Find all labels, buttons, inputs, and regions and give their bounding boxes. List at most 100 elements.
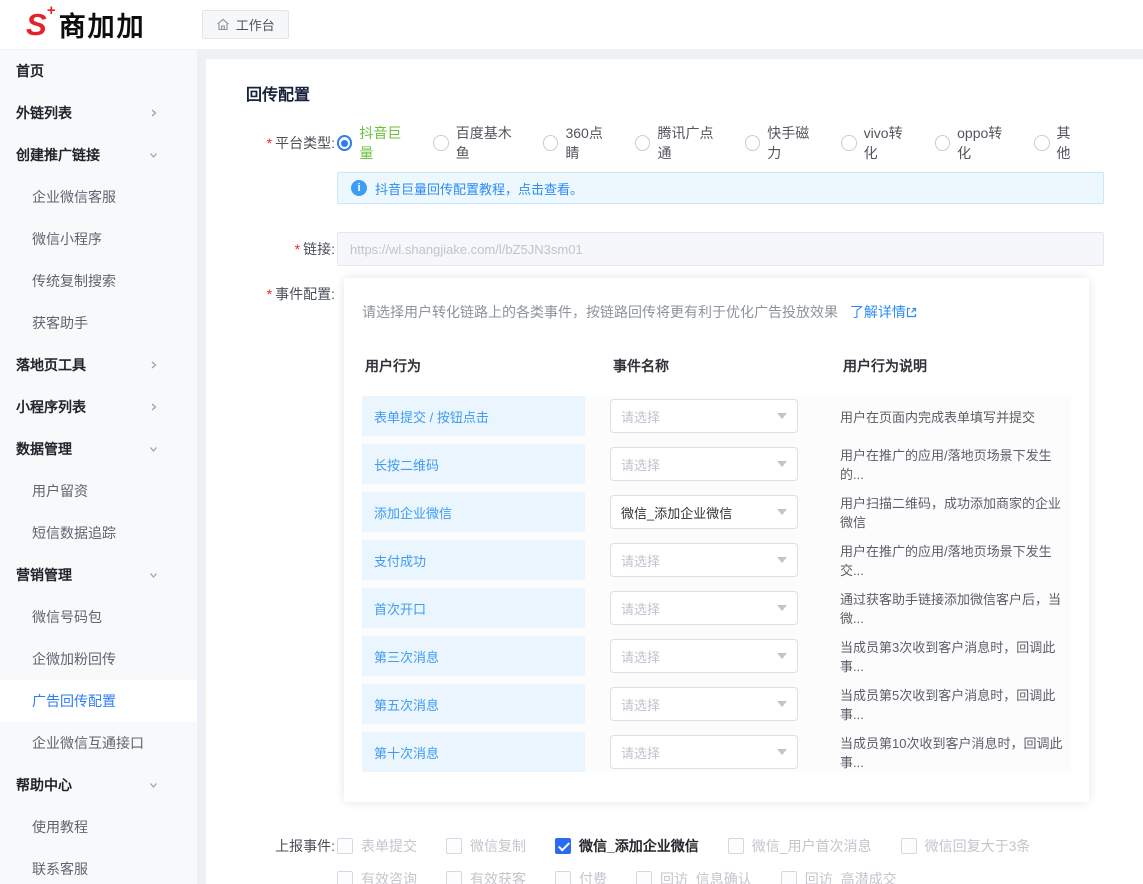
radio-label: 抖音巨量: [359, 123, 412, 163]
checkbox-valid-acquisition[interactable]: 有效获客: [446, 869, 526, 884]
sidebar-item-contact-support[interactable]: 联系客服: [0, 848, 197, 884]
radio-icon: [1034, 135, 1049, 151]
sidebar-item-wecom-interop-api[interactable]: 企业微信互通接口: [0, 722, 197, 764]
sidebar-item-label: 小程序列表: [16, 397, 86, 417]
chevron-down-icon: [777, 557, 787, 563]
sidebar-item-create-promo-link[interactable]: 创建推广链接: [0, 134, 197, 176]
tutorial-notice[interactable]: i 抖音巨量回传配置教程，点击查看。: [337, 172, 1104, 204]
report-events-row: 上报事件: 表单提交 微信复制 微信_添加企业微信 微信_用户首次消息 微信回复…: [206, 836, 1104, 884]
select-value: 请选择: [621, 455, 660, 474]
checkbox-payment[interactable]: 付费: [555, 869, 607, 884]
sidebar-item-home[interactable]: 首页: [0, 50, 197, 92]
workspace-tab[interactable]: 工作台: [202, 10, 289, 39]
checkbox-wechat-first-message[interactable]: 微信_用户首次消息: [728, 836, 872, 856]
behavior-chip[interactable]: 第三次消息: [362, 636, 585, 676]
events-config-label: *事件配置:: [206, 278, 337, 802]
chevron-down-icon: [149, 571, 158, 580]
event-select[interactable]: 微信_添加企业微信: [610, 495, 798, 529]
behavior-description: 用户在推广的应用/落地页场景下发生的...: [840, 445, 1071, 483]
radio-label: 快手磁力: [767, 123, 820, 163]
event-select[interactable]: 请选择: [610, 399, 798, 433]
sidebar-item-data-management[interactable]: 数据管理: [0, 428, 197, 470]
checkbox-icon: [337, 838, 353, 854]
sidebar-item-user-leads[interactable]: 用户留资: [0, 470, 197, 512]
checkbox-icon: [337, 871, 353, 884]
checkbox-label: 回访_信息确认: [660, 869, 752, 884]
checkbox-revisit-info-confirm[interactable]: 回访_信息确认: [636, 869, 752, 884]
required-asterisk: *: [295, 241, 300, 257]
behavior-chip[interactable]: 第五次消息: [362, 684, 585, 724]
sidebar-item-external-links[interactable]: 外链列表: [0, 92, 197, 134]
sidebar-item-label: 企业微信客服: [32, 187, 116, 207]
sidebar-item-label: 企微加粉回传: [32, 649, 116, 669]
behavior-description: 用户在页面内完成表单填写并提交: [840, 407, 1071, 426]
event-select[interactable]: 请选择: [610, 543, 798, 577]
behavior-chip[interactable]: 表单提交 / 按钮点击: [362, 396, 585, 436]
table-row: 第五次消息 请选择 当成员第5次收到客户消息时，回调此事...: [362, 684, 1071, 724]
radio-label: oppo转化: [957, 123, 1013, 163]
sidebar-item-label: 数据管理: [16, 439, 72, 459]
radio-other[interactable]: 其他: [1034, 123, 1083, 163]
radio-kuaishou-cili[interactable]: 快手磁力: [745, 123, 820, 163]
event-select[interactable]: 请选择: [610, 687, 798, 721]
sidebar-item-wechat-miniprogram[interactable]: 微信小程序: [0, 218, 197, 260]
app-logo[interactable]: S+ 商加加: [26, 5, 146, 44]
radio-baidu-jimuyu[interactable]: 百度基木鱼: [433, 123, 522, 163]
radio-icon: [337, 135, 352, 151]
table-row: 第三次消息 请选择 当成员第3次收到客户消息时，回调此事...: [362, 636, 1071, 676]
behavior-chip[interactable]: 添加企业微信: [362, 492, 585, 532]
radio-vivo[interactable]: vivo转化: [841, 123, 913, 163]
radio-label: 其他: [1057, 123, 1083, 163]
checkbox-wechat-copy[interactable]: 微信复制: [446, 836, 526, 856]
chevron-down-icon: [777, 413, 787, 419]
behavior-description: 通过获客助手链接添加微信客户后，当微...: [840, 589, 1071, 627]
radio-label: 360点睛: [565, 123, 614, 163]
behavior-chip[interactable]: 首次开口: [362, 588, 585, 628]
sidebar-item-ad-callback-config[interactable]: 广告回传配置: [0, 680, 197, 722]
sidebar-item-tutorials[interactable]: 使用教程: [0, 806, 197, 848]
table-row: 首次开口 请选择 通过获客助手链接添加微信客户后，当微...: [362, 588, 1071, 628]
chevron-down-icon: [777, 749, 787, 755]
event-select[interactable]: 请选择: [610, 639, 798, 673]
checkbox-form-submit[interactable]: 表单提交: [337, 836, 417, 856]
radio-oppo[interactable]: oppo转化: [935, 123, 1013, 163]
learn-more-link[interactable]: 了解详情: [850, 304, 917, 320]
sidebar-item-label: 首页: [16, 61, 44, 81]
checkbox-wechat-reply-gt3[interactable]: 微信回复大于3条: [901, 836, 1031, 856]
sidebar-item-help-center[interactable]: 帮助中心: [0, 764, 197, 806]
radio-tencent-guangdiantong[interactable]: 腾讯广点通: [635, 123, 724, 163]
checkbox-icon: [555, 871, 571, 884]
radio-douyin-juliang[interactable]: 抖音巨量: [337, 123, 412, 163]
sidebar-item-wecom-fans-callback[interactable]: 企微加粉回传: [0, 638, 197, 680]
sidebar-item-miniprogram-list[interactable]: 小程序列表: [0, 386, 197, 428]
sidebar-item-wechat-number-pack[interactable]: 微信号码包: [0, 596, 197, 638]
sidebar-item-customer-assistant[interactable]: 获客助手: [0, 302, 197, 344]
behavior-chip[interactable]: 第十次消息: [362, 732, 585, 772]
link-input[interactable]: [337, 232, 1104, 266]
event-select[interactable]: 请选择: [610, 591, 798, 625]
events-table-body: 表单提交 / 按钮点击 请选择 用户在页面内完成表单填写并提交 长按二维码 请选…: [362, 396, 1071, 772]
event-select[interactable]: 请选择: [610, 735, 798, 769]
event-select[interactable]: 请选择: [610, 447, 798, 481]
sidebar-item-landing-page-tools[interactable]: 落地页工具: [0, 344, 197, 386]
sidebar-item-copy-search[interactable]: 传统复制搜索: [0, 260, 197, 302]
app-header: S+ 商加加 工作台: [0, 0, 1143, 50]
checkbox-valid-consult[interactable]: 有效咨询: [337, 869, 417, 884]
behavior-chip[interactable]: 长按二维码: [362, 444, 585, 484]
sidebar-item-sms-tracking[interactable]: 短信数据追踪: [0, 512, 197, 554]
radio-360-dianjing[interactable]: 360点睛: [543, 123, 614, 163]
column-header-event-name: 事件名称: [613, 356, 843, 376]
table-row: 添加企业微信 微信_添加企业微信 用户扫描二维码，成功添加商家的企业微信: [362, 492, 1071, 532]
checkbox-revisit-high-potential[interactable]: 回访_高潜成交: [781, 869, 897, 884]
checkbox-icon: [555, 838, 571, 854]
select-value: 请选择: [621, 647, 660, 666]
checkbox-wechat-add-wecom[interactable]: 微信_添加企业微信: [555, 836, 699, 856]
sidebar: 首页 外链列表 创建推广链接 企业微信客服 微信小程序 传统复制搜索 获客助手 …: [0, 50, 197, 884]
report-checkbox-row-1: 表单提交 微信复制 微信_添加企业微信 微信_用户首次消息 微信回复大于3条: [337, 836, 1104, 856]
radio-label: 百度基木鱼: [456, 123, 522, 163]
sidebar-item-marketing-management[interactable]: 营销管理: [0, 554, 197, 596]
chevron-down-icon: [149, 781, 158, 790]
checkbox-label: 微信回复大于3条: [925, 836, 1031, 856]
behavior-chip[interactable]: 支付成功: [362, 540, 585, 580]
sidebar-item-wecom-service[interactable]: 企业微信客服: [0, 176, 197, 218]
